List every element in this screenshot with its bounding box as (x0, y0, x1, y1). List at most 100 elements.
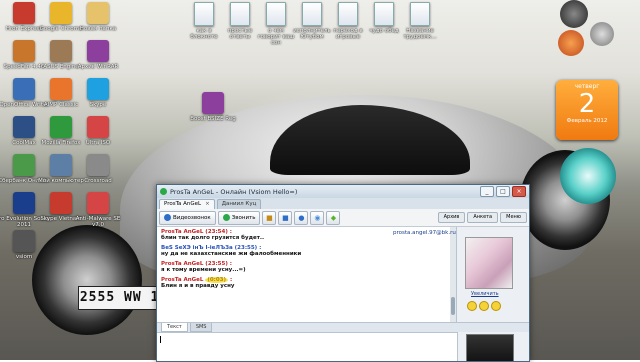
message: ProsTa AnGeL (0:03) : Блин я и в правду … (161, 277, 452, 289)
app-icon (87, 192, 109, 214)
my-avatar[interactable] (466, 334, 514, 361)
minimize-button[interactable]: _ (480, 186, 494, 197)
tab-label: ProsTa AnGeL (164, 201, 202, 207)
desktop-icon-label: Ultra ISO (85, 140, 111, 146)
smile-icon[interactable] (479, 301, 489, 311)
zoom-avatar-link[interactable]: Увеличить (471, 291, 499, 297)
message-text: Блин я и в правду усну (161, 283, 235, 289)
clock-gadget-icon[interactable] (560, 0, 588, 28)
message-text: ну да не казахстанские жи фалообменники (161, 251, 302, 257)
app-icon (87, 116, 109, 138)
scrollbar-thumb[interactable] (451, 297, 455, 315)
desktop-icon-label: Anti-Malware SE v7.0 (75, 216, 121, 228)
close-button[interactable]: × (512, 186, 526, 197)
avatar[interactable] (465, 237, 513, 289)
desktop-icon[interactable]: Ultra ISO (69, 116, 127, 146)
maximize-button[interactable]: □ (496, 186, 510, 197)
log-scrollbar[interactable] (450, 227, 456, 322)
save-history-button[interactable]: ■ (278, 210, 293, 225)
desktop-icon[interactable]: Anti-Malware SE v7.0 (69, 192, 127, 228)
tab-daniil[interactable]: Даниил Куц (216, 199, 262, 209)
app-icon (87, 154, 109, 176)
tab-text[interactable]: Текст (161, 323, 188, 332)
menu-button[interactable]: Меню (500, 212, 527, 223)
qip-chat-window: ProsTa AnGeL - Онлайн (Vsiom Hello=) _ □… (156, 184, 530, 362)
tab-sms[interactable]: SMS (189, 323, 213, 332)
contact-tabs: ProsTa AnGeL × Даниил Куц (157, 198, 529, 209)
status-smiles (467, 301, 503, 311)
desktop-icon[interactable]: Новая папка (69, 2, 127, 32)
desktop-icon[interactable]: Архив WinRAR (69, 40, 127, 70)
call-button[interactable]: Звонить (217, 210, 261, 225)
user-icon: ● (298, 213, 305, 222)
calendar-month: Февраль 2012 (566, 118, 608, 124)
desktop-icon-label: Skype (89, 102, 107, 108)
desktop-icon-label: Crossroad (84, 178, 112, 184)
desktop-icon-label: простые ответы (227, 28, 253, 40)
desktop-doc-icon[interactable]: как в блокноте (184, 2, 224, 40)
app-icon (87, 40, 109, 62)
document-icon (302, 2, 322, 26)
calendar-gadget[interactable]: четверг 2 Февраль 2012 (556, 80, 618, 140)
globe-icon: ◉ (314, 213, 321, 222)
desktop-icon-label: Boost BSIZE Reg (190, 116, 236, 122)
desktop-icon-label: Новая папка (79, 26, 117, 32)
message-input[interactable] (157, 332, 458, 361)
desktop-doc-icon[interactable]: Название трудоемк... (400, 2, 440, 40)
tab-close-icon[interactable]: × (205, 200, 210, 209)
user-info-button[interactable]: ● (294, 210, 309, 225)
smile-icon[interactable] (467, 301, 477, 311)
desktop-icon-label: исполнитель Ютубом (293, 28, 331, 40)
document-icon (194, 2, 214, 26)
app-icon (13, 230, 35, 252)
desktop-icon[interactable]: Skype (69, 78, 127, 108)
gift-button[interactable]: ◆ (326, 210, 341, 225)
contact-email[interactable]: prosta.angel.97@bk.ru (393, 230, 456, 236)
app-icon (87, 78, 109, 100)
desktop-icon[interactable]: vsiom (0, 230, 53, 260)
app-icon (87, 2, 109, 24)
chat-toolbar: Видеозвонок Звонить ■ ■ ● ◉ ◆ Архив Анке… (157, 209, 529, 227)
calendar-day: 2 (578, 89, 596, 119)
desktop-doc-icon[interactable]: переход в игровые (328, 2, 368, 40)
camera-icon (164, 214, 171, 221)
profile-button[interactable]: Анкета (467, 212, 499, 223)
video-call-button[interactable]: Видеозвонок (159, 210, 216, 225)
archive-button[interactable]: Архив (437, 212, 466, 223)
file-transfer-button[interactable]: ■ (262, 210, 277, 225)
translit-button[interactable]: ◉ (310, 210, 325, 225)
window-title: ProsTa AnGeL - Онлайн (Vsiom Hello=) (170, 187, 298, 196)
my-avatar-panel (458, 332, 529, 361)
desktop-doc-icon[interactable]: о чем говорит ваш сон (256, 2, 296, 46)
smile-icon[interactable] (491, 301, 501, 311)
text-caret (160, 336, 161, 343)
desktop-icon-label: переход в игровые (333, 28, 363, 40)
document-icon (410, 2, 430, 26)
desktop-icon[interactable]: Crossroad (69, 154, 127, 184)
status-online-icon (160, 188, 167, 195)
desktop-icon-label: о чем говорит ваш сон (257, 28, 295, 46)
input-mode-tabs: Текст SMS (157, 322, 529, 332)
document-icon (230, 2, 250, 26)
cpu-gadget-icon[interactable] (558, 30, 584, 56)
weather-gadget-icon[interactable] (560, 148, 616, 204)
tab-label: Даниил Куц (221, 201, 257, 207)
winrar-icon (202, 92, 224, 114)
message-text: я к тому времени усну...=) (161, 267, 246, 273)
document-icon (266, 2, 286, 26)
desktop-doc-icon[interactable]: исполнитель Ютубом (292, 2, 332, 40)
desktop-icon-label: чудо обед (369, 28, 399, 34)
desktop-doc-icon[interactable]: чудо обед (364, 2, 404, 34)
call-label: Звонить (231, 214, 256, 221)
meter-gadget-icon[interactable] (590, 22, 614, 46)
save-icon: ■ (282, 213, 289, 222)
video-call-label: Видеозвонок (173, 214, 211, 221)
desktop-icon-label: vsiom (15, 254, 33, 260)
desktop-icon-archive[interactable]: Boost BSIZE Reg (184, 92, 242, 122)
desktop-doc-icon[interactable]: простые ответы (220, 2, 260, 40)
message: BeS SeXЭ iнЪ I-ieЛЪЗа (23:55) : ну да не… (161, 245, 452, 257)
window-titlebar[interactable]: ProsTa AnGeL - Онлайн (Vsiom Hello=) _ □… (157, 185, 529, 198)
folder-icon: ■ (266, 213, 273, 222)
tab-prosta-angel[interactable]: ProsTa AnGeL × (159, 199, 215, 209)
message-log[interactable]: ProsTa AnGeL (23:54) : блин так долго гр… (157, 227, 457, 322)
